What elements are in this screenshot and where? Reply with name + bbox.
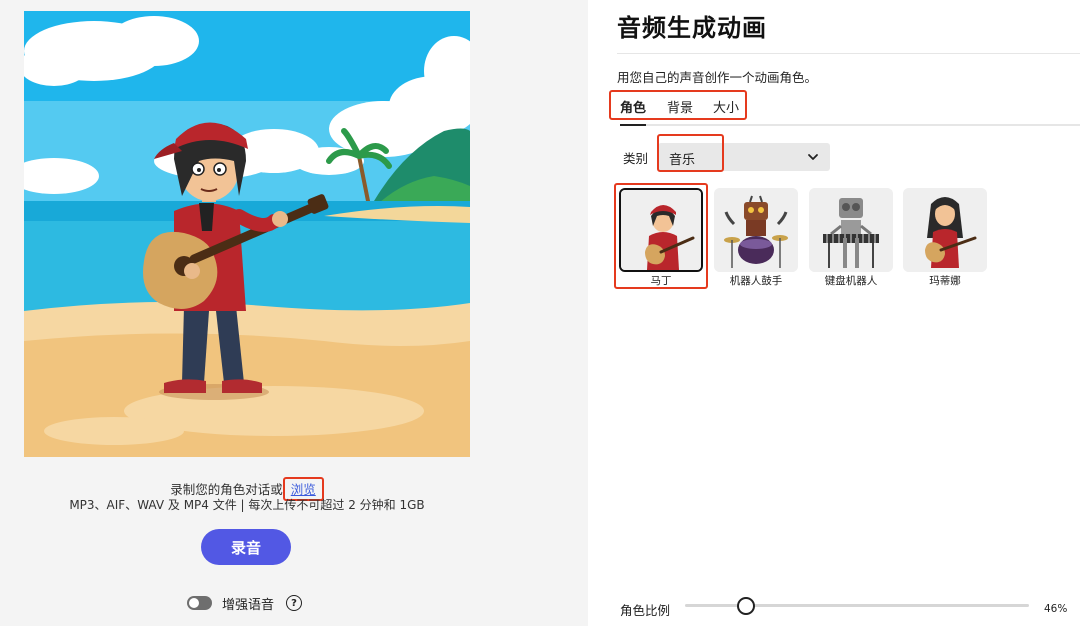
- tab-character[interactable]: 角色: [620, 97, 646, 116]
- toggle-knob: [189, 598, 199, 608]
- browse-link[interactable]: 浏览: [291, 482, 316, 497]
- record-button[interactable]: 录音: [201, 529, 291, 565]
- title-divider: [617, 53, 1080, 54]
- robot-drummer-icon: [714, 188, 798, 272]
- file-info: MP3、AIF、WAV 及 MP4 文件 | 每次上传不可超过 2 分钟和 1G…: [69, 498, 425, 512]
- upload-prompt-text: 录制您的角色对话或: [170, 482, 283, 497]
- enhance-speech-label: 增强语音: [222, 597, 275, 613]
- active-tab-indicator: [620, 124, 646, 126]
- character-name-robot-drummer: 机器人鼓手: [729, 275, 783, 287]
- enhance-speech-toggle[interactable]: [187, 596, 212, 610]
- female-guitarist-icon: [903, 188, 987, 272]
- enhance-speech: 增强语音 ?: [187, 593, 303, 613]
- scale-slider-thumb[interactable]: [736, 597, 755, 615]
- character-card-keyboard-robot[interactable]: [809, 188, 893, 272]
- settings-panel: 音频生成动画 用您自己的声音创作一个动画角色。 角色 背景 大小 类别 音乐 马…: [588, 0, 1080, 626]
- scale-value: 46%: [1044, 603, 1068, 615]
- character-name-keyboard-robot: 键盘机器人: [824, 275, 878, 287]
- preview-panel: 录制您的角色对话或 浏览 MP3、AIF、WAV 及 MP4 文件 | 每次上传不…: [0, 0, 588, 626]
- keyboard-robot-icon: [809, 188, 893, 272]
- character-name-martin: 马丁: [650, 275, 672, 287]
- page-subtitle: 用您自己的声音创作一个动画角色。: [617, 70, 818, 85]
- category-highlight: [657, 134, 724, 172]
- tab-size[interactable]: 大小: [713, 97, 739, 116]
- page-title: 音频生成动画: [617, 14, 767, 42]
- tabs-divider: [646, 124, 1080, 126]
- character-preview-image: [24, 11, 470, 457]
- chevron-down-icon: [808, 154, 818, 160]
- character-card-martina[interactable]: [903, 188, 987, 272]
- category-label: 类别: [623, 151, 649, 166]
- character-name-martina: 玛蒂娜: [929, 275, 961, 287]
- tab-background[interactable]: 背景: [667, 97, 693, 116]
- character-card-robot-drummer[interactable]: [714, 188, 798, 272]
- help-icon[interactable]: ?: [286, 595, 303, 611]
- scale-label: 角色比例: [620, 603, 671, 618]
